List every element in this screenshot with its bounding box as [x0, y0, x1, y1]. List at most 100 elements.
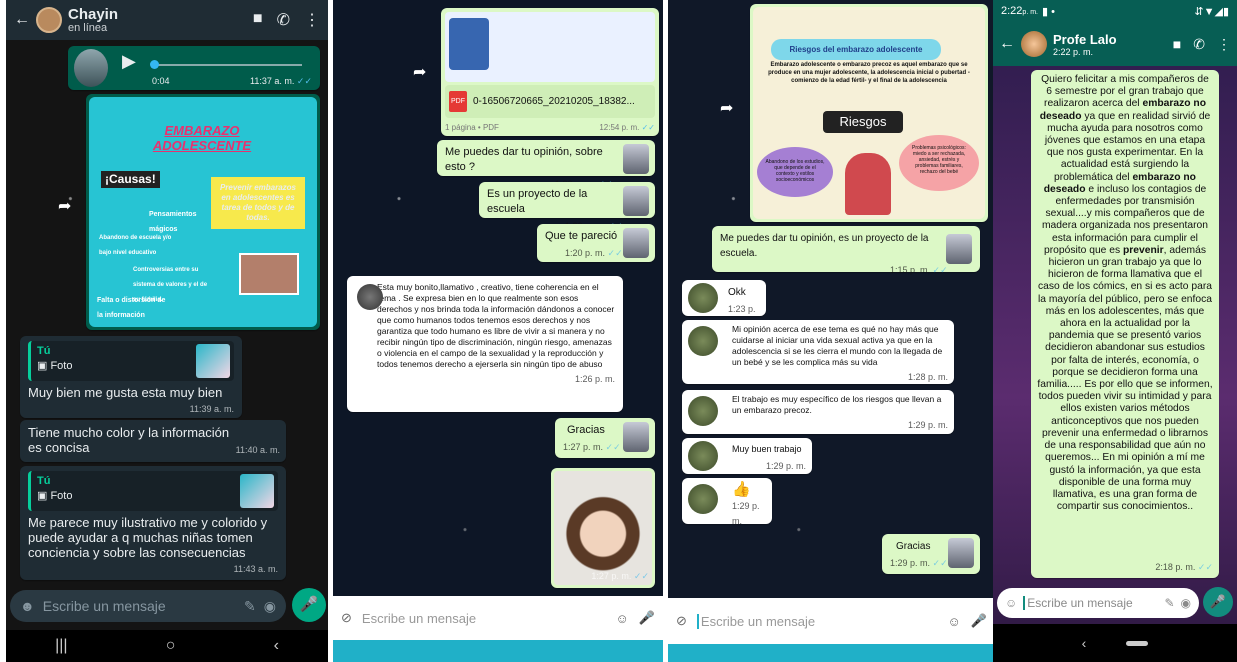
message-time: 1:15 p. m. ✓✓	[890, 265, 948, 275]
received-message-3[interactable]: El trabajo es muy específico de los ries…	[682, 390, 954, 434]
emoji-icon[interactable]: ☺	[1005, 596, 1017, 610]
emoji-icon[interactable]: ☺	[616, 611, 629, 626]
pdf-message[interactable]: PDF 0-16506720665_20210205_18382... 1 pá…	[441, 8, 659, 136]
pdf-time: 12:54 p. m. ✓✓	[599, 123, 655, 132]
mic-icon[interactable]: 🎤	[639, 610, 655, 626]
chat-panel-2: PDF 0-16506720665_20210205_18382... 1 pá…	[333, 0, 663, 662]
menu-icon[interactable]: ⋮	[1217, 36, 1231, 53]
sender-avatar	[688, 396, 718, 426]
quoted-photo[interactable]: Tú ▣ Foto	[28, 341, 234, 381]
message-text: El trabajo es muy específico de los ries…	[732, 394, 942, 415]
forward-icon[interactable]: ➦	[58, 196, 71, 216]
message-input[interactable]: Escribe un mensaje	[696, 613, 938, 629]
contact-name[interactable]: Profe Lalo	[1053, 32, 1117, 47]
received-message-4[interactable]: Muy buen trabajo 1:29 p. m.	[682, 438, 812, 474]
long-message[interactable]: Quiero felicitar a mis compañeros de 6 s…	[1031, 70, 1219, 578]
message-input[interactable]: Escribe un mensaje	[1023, 596, 1158, 610]
contact-status: en línea	[68, 21, 108, 34]
message-input-bar: ⊘ Escribe un mensaje ☺ 🎤	[668, 598, 995, 644]
message-text: Muy buen trabajo	[732, 444, 802, 454]
sender-avatar	[357, 284, 383, 310]
image-message[interactable]: Riesgos del embarazo adolescente Embaraz…	[750, 4, 988, 222]
message-text: Quiero felicitar a mis compañeros de 6 s…	[1037, 74, 1213, 513]
emoji-icon[interactable]: ☺	[948, 614, 961, 629]
phone-call-icon[interactable]: ✆	[277, 10, 290, 30]
back-nav-icon[interactable]: ‹	[1082, 635, 1087, 651]
message-3[interactable]: Que te pareció 1:20 p. m. ✓✓	[537, 224, 655, 262]
message-time: 2:18 p. m. ✓✓	[1155, 562, 1213, 572]
back-arrow-icon[interactable]: ←	[14, 11, 30, 29]
home-nav-pill[interactable]	[1126, 640, 1149, 646]
received-message[interactable]: Esta muy bonito,llamativo , creativo, ti…	[347, 276, 623, 412]
message-time: 11:40 a. m.	[235, 445, 280, 455]
chat-panel-profe-lalo: 2:22p. m. ▮ • ⇵▼◢▮ ← Profe Lalo 2:22 p. …	[993, 0, 1237, 662]
camera-icon[interactable]: ◉	[1181, 596, 1191, 610]
message-text: Mi opinión acerca de ese tema es qué no …	[732, 324, 943, 367]
audio-message[interactable]: ▶ 0:04 11:37 a. m. ✓✓	[68, 46, 320, 90]
received-message-1[interactable]: Okk 1:23 p. m.	[682, 280, 766, 329]
sender-avatar	[946, 234, 972, 264]
sender-avatar	[623, 422, 649, 452]
message-2[interactable]: Es un proyecto de la escuela 1:20 p. m. …	[479, 182, 655, 231]
forward-icon[interactable]: ➦	[720, 98, 733, 118]
camera-icon[interactable]: ◉	[264, 598, 276, 615]
message-input[interactable]: Escribe un mensaje	[43, 598, 236, 614]
sender-avatar	[623, 228, 649, 258]
received-message-2[interactable]: Mi opinión acerca de ese tema es qué no …	[682, 320, 954, 384]
audio-avatar	[74, 49, 108, 87]
sender-avatar	[623, 144, 649, 174]
embarazo-poster-image[interactable]: EMBARAZO ADOLESCENTE ¡Causas! Prevenir em…	[89, 97, 317, 327]
message-input[interactable]: Escribe un mensaje	[362, 611, 606, 626]
audio-progress-knob[interactable]	[150, 60, 159, 69]
audio-time: 11:37 a. m. ✓✓	[250, 76, 312, 86]
contact-name[interactable]: Chayin	[68, 7, 118, 22]
poster-item-2: Abandono de escuela y/o bajo nivel educa…	[99, 235, 172, 256]
video-call-icon[interactable]: ■	[253, 10, 263, 30]
phone-call-icon[interactable]: ✆	[1193, 36, 1205, 53]
mic-button[interactable]: 🎤	[1203, 587, 1233, 617]
contact-avatar[interactable]	[1021, 31, 1047, 57]
message-2[interactable]: Tiene mucho color y la información es co…	[20, 420, 286, 462]
photo-message[interactable]: 1:27 p. m. ✓✓	[551, 468, 655, 588]
menu-icon[interactable]: ⋮	[304, 10, 320, 30]
video-call-icon[interactable]: ■	[1173, 36, 1181, 53]
recents-nav-icon[interactable]: |||	[55, 637, 67, 655]
emoji-icon[interactable]: ☻	[20, 598, 35, 614]
quoted-photo[interactable]: Tú ▣ Foto	[28, 471, 278, 511]
sender-avatar	[688, 326, 718, 356]
status-clock: 2:22p. m.	[1001, 5, 1038, 17]
notification-icon: ▮ •	[1041, 5, 1055, 18]
chat-header: ← Profe Lalo 2:22 p. m. ■ ✆ ⋮	[993, 22, 1237, 66]
attach-icon[interactable]: ⊘	[341, 610, 352, 626]
reply-message-1[interactable]: Tú ▣ Foto Muy bien me gusta esta muy bie…	[20, 336, 242, 418]
contact-avatar[interactable]	[36, 7, 62, 33]
message-time: 1:29 p. m.	[765, 461, 806, 471]
sender-avatar	[948, 538, 974, 568]
back-arrow-icon[interactable]: ←	[999, 35, 1015, 53]
pdf-preview[interactable]	[445, 12, 655, 82]
riesgos-poster-image[interactable]: Riesgos del embarazo adolescente Embaraz…	[753, 7, 985, 219]
mic-icon[interactable]: 🎤	[971, 613, 987, 629]
sender-avatar	[688, 441, 718, 471]
attach-icon[interactable]: ⊘	[676, 613, 687, 629]
forward-icon[interactable]: ➦	[413, 62, 426, 82]
play-icon[interactable]: ▶	[122, 52, 136, 70]
message-1[interactable]: Me puedes dar tu opinión, sobre esto ? 1…	[437, 140, 655, 189]
pdf-file-row[interactable]: PDF 0-16506720665_20210205_18382...	[445, 85, 655, 118]
back-nav-icon[interactable]: ‹	[274, 637, 279, 655]
chat-panel-chayin: ← Chayin en línea ■ ✆ ⋮ ▶ 0:04 11:37 a. …	[6, 0, 328, 662]
sender-avatar	[688, 283, 718, 313]
audio-progress-track[interactable]	[152, 64, 302, 66]
mic-button[interactable]: 🎤	[292, 588, 326, 622]
message-1[interactable]: Me puedes dar tu opinión, es un proyecto…	[712, 226, 980, 275]
image-message[interactable]: EMBARAZO ADOLESCENTE ¡Causas! Prevenir em…	[86, 94, 320, 330]
message-2[interactable]: Gracias 1:29 p. m. ✓✓	[882, 534, 980, 574]
child-photo[interactable]	[554, 471, 652, 585]
poster-figure	[845, 153, 891, 215]
home-nav-icon[interactable]: ○	[166, 637, 176, 655]
attach-icon[interactable]: ✎	[244, 598, 256, 615]
reply-message-2[interactable]: Tú ▣ Foto Me parece muy ilustrativo me y…	[20, 466, 286, 580]
received-message-5[interactable]: 👍 1:29 p. m.	[682, 478, 772, 526]
message-4[interactable]: Gracias 1:27 p. m. ✓✓	[555, 418, 655, 458]
attach-icon[interactable]: ✎	[1164, 596, 1174, 610]
